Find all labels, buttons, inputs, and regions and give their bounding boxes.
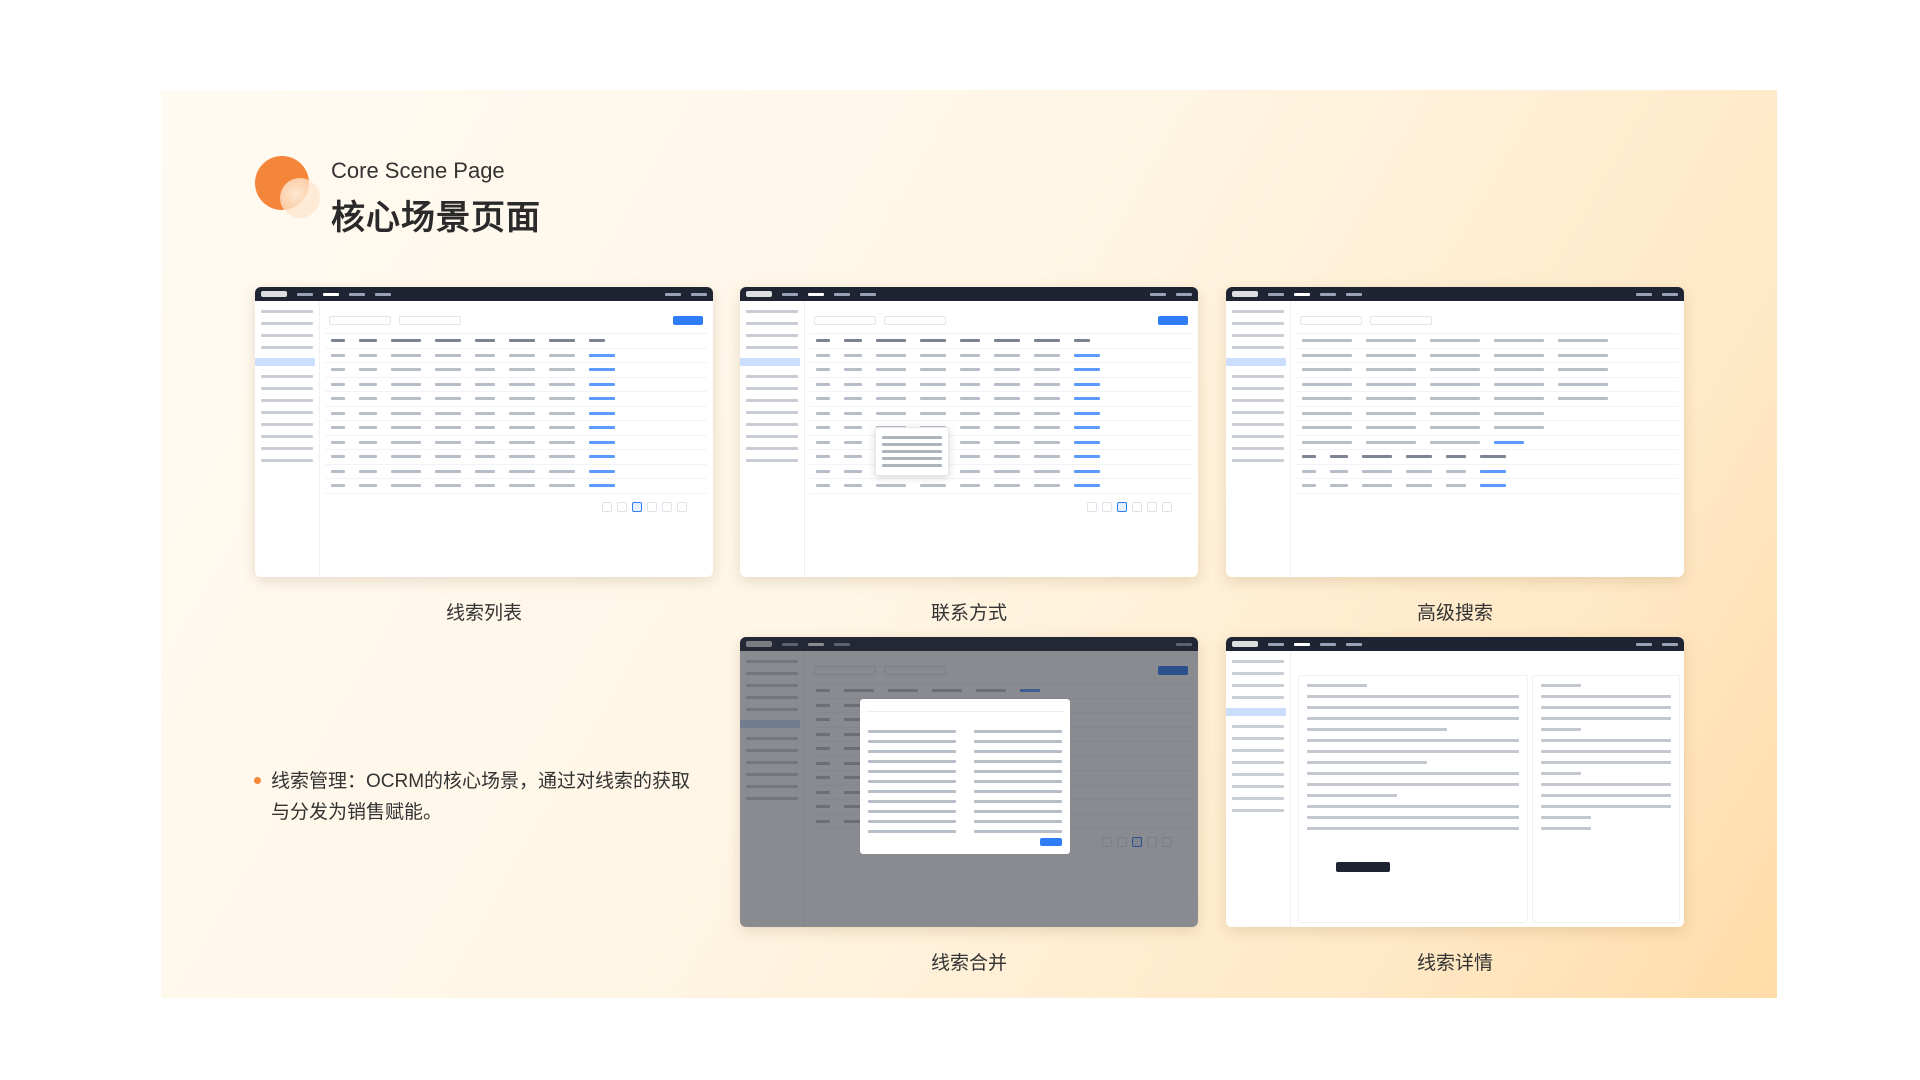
screenshot-contact-info[interactable]: [740, 287, 1198, 577]
app-topbar: [255, 287, 713, 301]
contact-popover: [875, 427, 949, 476]
table-area: [810, 307, 1192, 571]
screenshot-lead-list[interactable]: [255, 287, 713, 577]
description-text: 线索管理：OCRM的核心场景，通过对线索的获取与分发为销售赋能。: [271, 771, 691, 823]
merge-confirm-button[interactable]: [1040, 838, 1062, 846]
caption-lead-detail: 线索详情: [1416, 953, 1493, 974]
screenshot-lead-detail[interactable]: [1226, 637, 1684, 927]
search-form-area: [1296, 307, 1678, 571]
bullet-dot-icon: [254, 777, 261, 784]
screenshot-advanced-search[interactable]: [1226, 287, 1684, 577]
detail-info-card: [1298, 675, 1528, 923]
logo-glow-icon: [280, 178, 320, 218]
merge-modal: [860, 699, 1070, 854]
app-sidebar: [255, 301, 320, 577]
app-topbar: [1226, 637, 1684, 651]
activity-timeline-card: [1532, 675, 1680, 923]
app-topbar: [740, 287, 1198, 301]
app-sidebar: [1226, 651, 1291, 927]
section-title-zh: 核心场景页面: [331, 199, 541, 237]
tooltip-chip: [1336, 862, 1390, 872]
app-sidebar: [1226, 301, 1291, 577]
caption-lead-list: 线索列表: [445, 603, 522, 624]
app-sidebar: [740, 301, 805, 577]
caption-advanced-search: 高级搜索: [1416, 603, 1493, 624]
screenshot-lead-merge[interactable]: [740, 637, 1198, 927]
section-title-en: Core Scene Page: [331, 158, 505, 183]
caption-lead-merge: 线索合并: [930, 953, 1007, 974]
caption-contact-info: 联系方式: [930, 603, 1007, 624]
table-area: [325, 307, 707, 571]
app-topbar: [1226, 287, 1684, 301]
